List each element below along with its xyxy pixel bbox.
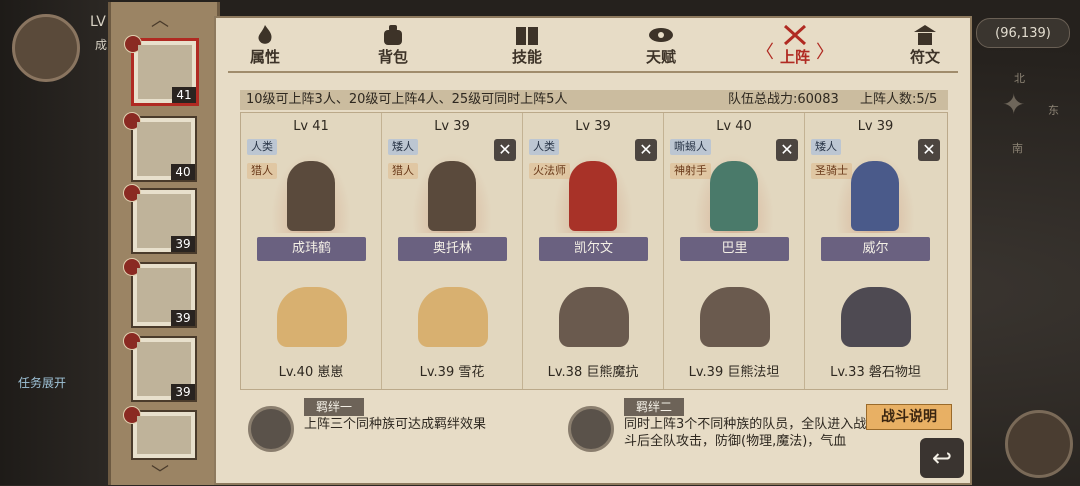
hero-figure — [428, 161, 476, 231]
tab-label: 符文 — [909, 48, 940, 66]
tab-runes[interactable]: 符文 — [890, 24, 960, 70]
lineup-slots: Lv 41 人类 猎人 成玮鹤 Lv.40 崽崽 Lv 39 矮人 猎人 ✕ 奥… — [240, 112, 948, 390]
bond-title: 羁绊二 — [624, 398, 685, 416]
roster-hero-card[interactable]: 39 — [123, 184, 197, 254]
slot-level: Lv 39 — [434, 119, 470, 134]
pet-figure[interactable] — [277, 287, 347, 347]
bond-description: 同时上阵3个不同种族的队员，全队进入战斗后全队攻击，防御(物理,魔法)，气血 — [624, 417, 867, 449]
slot-level: Lv 40 — [716, 119, 752, 134]
map-button[interactable] — [1005, 410, 1073, 478]
tab-label: 技能 — [511, 48, 542, 66]
bond-two: 羁绊二 同时上阵3个不同种族的队员，全队进入战斗后全队攻击，防御(物理,魔法)，… — [568, 398, 868, 462]
pet-figure[interactable] — [841, 287, 911, 347]
roster-hero-card[interactable] — [123, 406, 197, 460]
roster-hero-card[interactable]: 41 — [124, 35, 199, 106]
tab-attributes[interactable]: 属性 — [230, 24, 300, 70]
hero-level: 41 — [172, 87, 196, 103]
pet-label: Lv.39 巨熊法坦 — [688, 365, 780, 380]
pet-label: Lv.39 雪花 — [419, 365, 485, 380]
hero-name: 奥托林 — [398, 237, 507, 261]
eye-icon — [649, 28, 673, 42]
pet-label: Lv.38 巨熊魔抗 — [547, 365, 639, 380]
bond-title: 羁绊一 — [304, 398, 365, 416]
lineup-slot[interactable]: Lv 39 矮人 猎人 ✕ 奥托林 Lv.39 雪花 — [382, 113, 523, 389]
lineup-info-bar: 10级可上阵3人、20级可上阵4人、25级可同时上阵5人 队伍总战力:60083… — [240, 90, 948, 110]
tab-label: 天赋 — [645, 48, 676, 66]
hero-name: 凯尔文 — [539, 237, 648, 261]
lineup-rule-text: 10级可上阵3人、20级可上阵4人、25级可同时上阵5人 — [246, 92, 568, 107]
tab-label: 属性 — [249, 48, 280, 66]
compass: 北 ✦ 东 南 — [990, 70, 1059, 160]
map-coordinates: (96,139) — [976, 18, 1070, 48]
player-level: LV — [90, 14, 106, 30]
player-name: 成 — [95, 38, 108, 52]
hero-level: 40 — [171, 164, 195, 180]
roster-hero-card[interactable]: 40 — [123, 112, 197, 182]
slot-level: Lv 39 — [857, 119, 894, 134]
hero-name: 威尔 — [821, 237, 930, 261]
bond-icon — [248, 406, 294, 452]
lineup-count: 上阵人数:5/5 — [860, 92, 938, 107]
battle-info-button[interactable]: 战斗说明 — [866, 404, 952, 430]
pet-figure[interactable] — [700, 287, 770, 347]
bracket-right-icon: 〉 — [816, 42, 834, 63]
hero-figure — [710, 161, 758, 231]
tab-bag[interactable]: 背包 — [358, 24, 428, 70]
shrine-icon — [914, 25, 936, 45]
compass-north: 北 — [1014, 72, 1025, 85]
slot-level: Lv 41 — [293, 119, 329, 134]
chevron-down-icon[interactable]: ﹀ — [151, 460, 169, 486]
slot-level: Lv 39 — [575, 119, 611, 134]
lineup-slot[interactable]: Lv 39 人类 火法师 ✕ 凯尔文 Lv.38 巨熊魔抗 — [523, 113, 664, 389]
tab-divider — [228, 71, 958, 73]
lineup-slot[interactable]: Lv 40 嘶蜴人 神射手 ✕ 巴里 Lv.39 巨熊法坦 — [664, 113, 805, 389]
tab-skills[interactable]: 技能 — [492, 24, 562, 70]
hero-panel: 属性 背包 技能 天赋 〈 上阵 〉 符文 10级可上阵3人、20级可上阵4人、… — [214, 16, 972, 485]
chevron-up-icon[interactable]: ︿ — [151, 6, 169, 32]
bag-icon — [384, 25, 402, 45]
bond-icon — [568, 406, 614, 452]
bond-one: 羁绊一 上阵三个同种族可达成羁绊效果 — [248, 398, 548, 462]
tab-talent[interactable]: 天赋 — [626, 24, 696, 70]
book-icon — [516, 27, 538, 45]
compass-south: 南 — [1012, 142, 1023, 155]
pet-label: Lv.40 崽崽 — [278, 365, 344, 380]
flame-icon — [258, 25, 272, 44]
remove-hero-button[interactable]: ✕ — [494, 139, 516, 161]
compass-rose-icon: ✦ — [1002, 88, 1026, 121]
remove-hero-button[interactable]: ✕ — [918, 139, 940, 161]
task-expand-button[interactable]: 任务展开 — [18, 374, 66, 391]
lineup-slot[interactable]: Lv 41 人类 猎人 成玮鹤 Lv.40 崽崽 — [241, 113, 382, 389]
hero-figure — [851, 161, 899, 231]
hero-level: 39 — [171, 310, 195, 326]
hero-level: 39 — [171, 236, 195, 252]
pet-figure[interactable] — [559, 287, 629, 347]
pet-label: Lv.33 磐石物坦 — [830, 365, 921, 380]
team-power: 队伍总战力:60083 — [728, 92, 839, 107]
hero-level: 39 — [171, 384, 195, 400]
back-button[interactable]: ↩ — [920, 438, 964, 478]
bracket-left-icon: 〈 — [756, 42, 774, 63]
hero-name: 巴里 — [680, 237, 789, 261]
hero-roster[interactable]: ︿ 41 40 39 39 39 ﹀ — [108, 2, 220, 485]
pet-figure[interactable] — [418, 287, 488, 347]
tab-bar: 属性 背包 技能 天赋 〈 上阵 〉 符文 — [216, 18, 970, 74]
roster-hero-card[interactable]: 39 — [123, 332, 197, 402]
hero-figure — [569, 161, 617, 231]
hero-figure — [287, 161, 335, 231]
bond-description: 上阵三个同种族可达成羁绊效果 — [304, 417, 487, 432]
hero-portrait — [137, 416, 191, 454]
player-avatar[interactable] — [12, 14, 80, 82]
compass-east: 东 — [1048, 104, 1059, 117]
remove-hero-button[interactable]: ✕ — [776, 139, 798, 161]
lineup-slot[interactable]: Lv 39 矮人 圣骑士 ✕ 威尔 Lv.33 磐石物坦 — [805, 113, 946, 389]
crossed-swords-icon — [783, 24, 807, 46]
tab-label: 背包 — [377, 48, 408, 66]
tab-lineup[interactable]: 〈 上阵 〉 — [756, 24, 834, 70]
roster-hero-card[interactable]: 39 — [123, 258, 197, 328]
remove-hero-button[interactable]: ✕ — [635, 139, 657, 161]
hero-name: 成玮鹤 — [257, 237, 366, 261]
